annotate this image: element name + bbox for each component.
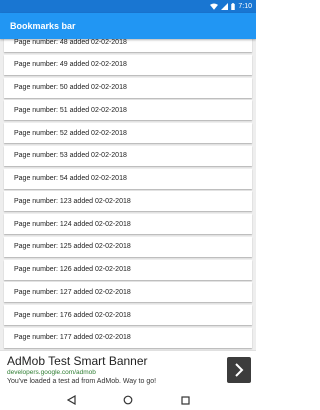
screen: 7:10 Bookmarks bar Page number: 48 added… (0, 0, 256, 410)
list-item-label: Page number: 126 added 02-02-2018 (14, 266, 131, 273)
list-item[interactable]: Page number: 126 added 02-02-2018 (4, 259, 252, 280)
app-bar: Bookmarks bar (0, 13, 256, 39)
list-item-label: Page number: 53 added 02-02-2018 (14, 152, 127, 160)
list-item-label: Page number: 125 added 02-02-2018 (14, 243, 131, 251)
list-item-label: Page number: 127 added 02-02-2018 (14, 288, 131, 296)
status-bar: 7:10 (0, 0, 256, 13)
navigation-bar (0, 390, 256, 410)
list-item-label: Page number: 124 added 02-02-2018 (14, 220, 131, 228)
list-item-label: Page number: 176 added 02-02-2018 (14, 311, 131, 319)
list-item[interactable]: Page number: 50 added 02-02-2018 (4, 77, 252, 98)
list-item[interactable]: Page number: 123 added 02-02-2018 (4, 191, 252, 212)
list-item-label: Page number: 123 added 02-02-2018 (14, 197, 131, 205)
recents-square-icon (180, 395, 190, 405)
bookmark-list-inner: Page number: 48 added 02-02-2018 Page num… (0, 39, 256, 350)
back-button[interactable] (65, 394, 77, 406)
list-item-label: Page number: 54 added 02-02-2018 (14, 175, 127, 182)
ad-url: developers.google.com/admob (7, 369, 96, 376)
bookmark-list[interactable]: Page number: 48 added 02-02-2018 Page num… (0, 39, 256, 350)
list-item-label: Page number: 177 added 02-02-2018 (14, 334, 131, 342)
list-item-label: Page number: 52 added 02-02-2018 (14, 129, 127, 137)
ad-arrow-button[interactable] (227, 357, 251, 383)
list-item-label: Page number: 49 added 02-02-2018 (14, 61, 127, 69)
list-item[interactable]: Page number: 48 added 02-02-2018 (4, 39, 252, 52)
list-item-label: Page number: 50 added 02-02-2018 (14, 84, 127, 91)
list-item[interactable]: Page number: 54 added 02-02-2018 (4, 168, 252, 189)
recents-button[interactable] (179, 394, 191, 406)
list-item[interactable]: Page number: 124 added 02-02-2018 (4, 214, 252, 234)
list-item[interactable]: Page number: 53 added 02-02-2018 (4, 145, 252, 166)
home-circle-icon (123, 395, 133, 405)
ad-description: You've loaded a test ad from AdMob. Way … (7, 378, 157, 385)
list-item[interactable]: Page number: 176 added 02-02-2018 (4, 305, 252, 325)
wifi-icon (210, 3, 219, 10)
list-item[interactable]: Page number: 125 added 02-02-2018 (4, 236, 252, 257)
status-time: 7:10 (238, 3, 252, 10)
ad-banner[interactable]: AdMob Test Smart Banner developers.googl… (0, 350, 256, 390)
page-title: Bookmarks bar (10, 21, 76, 31)
list-item[interactable]: Page number: 52 added 02-02-2018 (4, 123, 252, 143)
back-triangle-icon (66, 395, 76, 405)
list-item[interactable]: Page number: 49 added 02-02-2018 (4, 54, 252, 75)
home-button[interactable] (122, 394, 134, 406)
list-item[interactable]: Page number: 177 added 02-02-2018 (4, 327, 252, 348)
list-item[interactable]: Page number: 51 added 02-02-2018 (4, 100, 252, 121)
list-item-label: Page number: 51 added 02-02-2018 (14, 106, 127, 114)
chevron-right-icon (235, 363, 244, 377)
ad-title: AdMob Test Smart Banner (7, 354, 148, 368)
signal-icon (221, 3, 229, 10)
battery-icon (231, 3, 236, 10)
list-item[interactable]: Page number: 127 added 02-02-2018 (4, 282, 252, 303)
list-item-label: Page number: 48 added 02-02-2018 (14, 39, 127, 46)
